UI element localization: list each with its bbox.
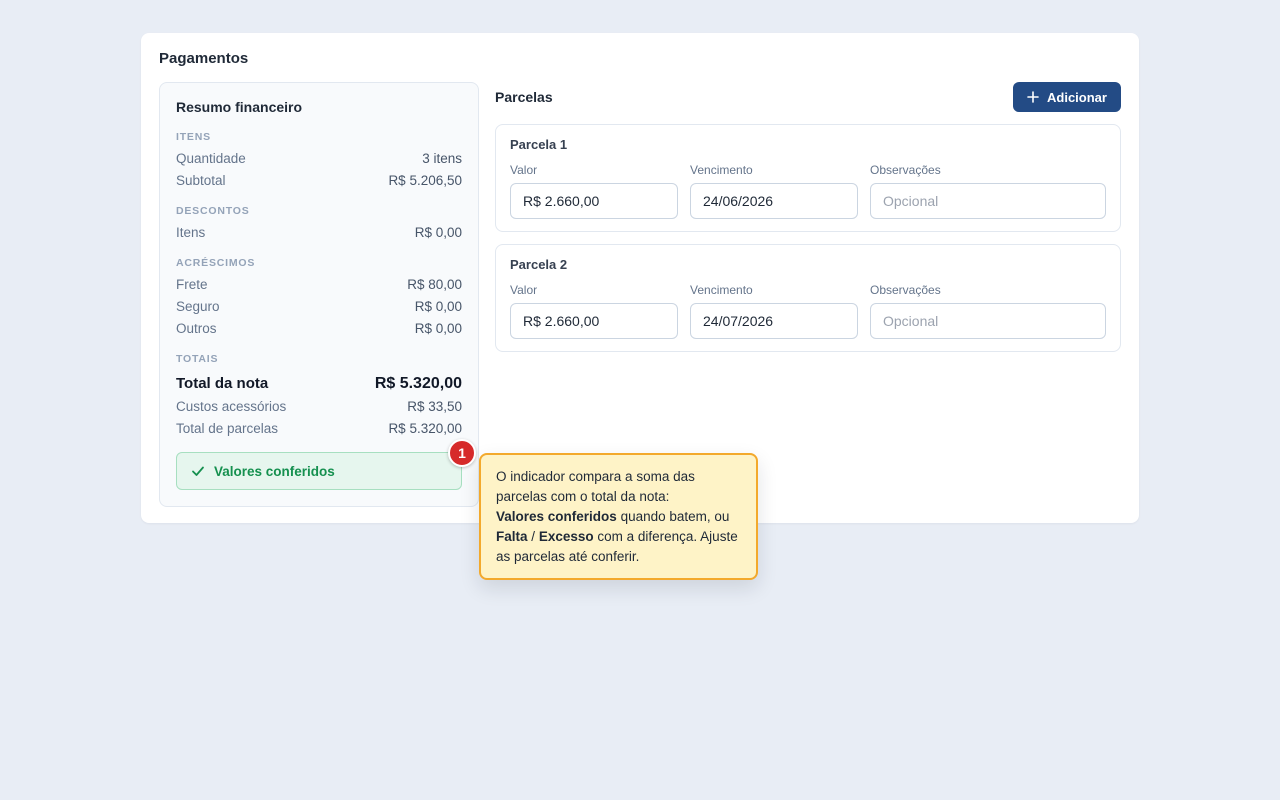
row-label: Total de parcelas xyxy=(176,421,279,436)
row-label: Frete xyxy=(176,277,208,292)
row-value: R$ 0,00 xyxy=(414,299,462,314)
valor-input[interactable] xyxy=(510,303,678,339)
row-label: Itens xyxy=(176,225,206,240)
add-parcela-button[interactable]: Adicionar xyxy=(1013,82,1121,112)
summary-row-seguro: Seguro R$ 0,00 xyxy=(176,299,462,314)
summary-row-descontos-itens: Itens R$ 0,00 xyxy=(176,225,462,240)
payments-card: Pagamentos Resumo financeiro ITENS Quant… xyxy=(141,33,1139,523)
row-label: Outros xyxy=(176,321,217,336)
row-label: Quantidade xyxy=(176,151,246,166)
vencimento-input[interactable] xyxy=(690,183,858,219)
tooltip-bold-conferidos: Valores conferidos xyxy=(496,509,617,524)
summary-row-frete: Frete R$ 80,00 xyxy=(176,277,462,292)
card-title: Pagamentos xyxy=(159,50,249,67)
row-value: R$ 5.320,00 xyxy=(388,421,462,436)
tooltip-bold-falta: Falta xyxy=(496,529,528,544)
status-badge: Valores conferidos xyxy=(176,452,462,490)
plus-icon xyxy=(1027,91,1039,103)
summary-row-total-parcelas: Total de parcelas R$ 5.320,00 xyxy=(176,421,462,436)
tooltip-text: O indicador compara a soma das parcelas … xyxy=(496,469,695,504)
valor-label: Valor xyxy=(510,163,538,177)
parcela-name: Parcela 2 xyxy=(510,257,568,272)
row-label: Seguro xyxy=(176,299,220,314)
check-icon xyxy=(191,464,205,478)
summary-row-subtotal: Subtotal R$ 5.206,50 xyxy=(176,173,462,188)
observacoes-input[interactable] xyxy=(870,303,1106,339)
row-value: R$ 80,00 xyxy=(407,277,462,292)
tooltip-text: / xyxy=(531,529,536,544)
row-value: R$ 5.206,50 xyxy=(388,173,462,188)
row-value: R$ 0,00 xyxy=(414,225,462,240)
tooltip-text: quando batem, ou xyxy=(620,509,730,524)
observacoes-label: Observações xyxy=(870,163,941,177)
row-value: R$ 0,00 xyxy=(414,321,462,336)
annotation-tooltip: O indicador compara a soma das parcelas … xyxy=(479,453,758,580)
observacoes-label: Observações xyxy=(870,283,941,297)
vencimento-label: Vencimento xyxy=(690,163,753,177)
section-label-acrescimos: ACRÉSCIMOS xyxy=(176,257,256,269)
section-label-totais: TOTAIS xyxy=(176,353,219,365)
vencimento-input[interactable] xyxy=(690,303,858,339)
summary-row-outros: Outros R$ 0,00 xyxy=(176,321,462,336)
parcela-name: Parcela 1 xyxy=(510,137,568,152)
valor-input[interactable] xyxy=(510,183,678,219)
status-text: Valores conferidos xyxy=(214,463,335,479)
summary-row-quantidade: Quantidade 3 itens xyxy=(176,151,462,166)
section-label-itens: ITENS xyxy=(176,131,211,143)
row-value: 3 itens xyxy=(422,151,462,166)
section-label-descontos: DESCONTOS xyxy=(176,205,250,217)
valor-label: Valor xyxy=(510,283,538,297)
annotation-number-badge: 1 xyxy=(448,439,476,467)
observacoes-input[interactable] xyxy=(870,183,1106,219)
parcela-card: Parcela 1 Valor Vencimento Observações xyxy=(495,124,1121,232)
financial-summary-panel: Resumo financeiro ITENS Quantidade 3 ite… xyxy=(159,82,479,507)
row-label: Subtotal xyxy=(176,173,226,188)
summary-title: Resumo financeiro xyxy=(176,99,303,115)
summary-row-custos-acessorios: Custos acessórios R$ 33,50 xyxy=(176,399,462,414)
tooltip-bold-excesso: Excesso xyxy=(538,529,594,544)
row-label: Total da nota xyxy=(176,375,269,392)
add-button-label: Adicionar xyxy=(1047,89,1107,105)
parcela-card: Parcela 2 Valor Vencimento Observações xyxy=(495,244,1121,352)
vencimento-label: Vencimento xyxy=(690,283,753,297)
row-value: R$ 5.320,00 xyxy=(374,375,462,392)
summary-row-total-nota: Total da nota R$ 5.320,00 xyxy=(176,375,462,393)
parcelas-title: Parcelas xyxy=(495,89,553,105)
row-label: Custos acessórios xyxy=(176,399,287,414)
row-value: R$ 33,50 xyxy=(407,399,462,414)
